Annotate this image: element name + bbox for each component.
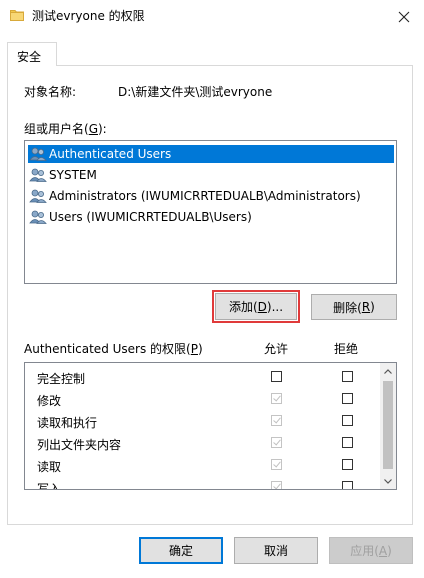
permissions-header-suffix: ): [197, 342, 203, 356]
allow-checkbox[interactable]: [271, 393, 282, 404]
list-item-users[interactable]: Users (IWUMICRRTEDUALB\Users): [28, 208, 394, 226]
title-bar: 测试evryone 的权限: [0, 0, 424, 32]
cancel-button-label: 取消: [263, 544, 288, 558]
list-item-label: SYSTEM: [49, 168, 97, 182]
folder-icon: [10, 10, 24, 21]
group-list-label-prefix: 组或用户名(: [24, 122, 89, 136]
list-item-system[interactable]: SYSTEM: [28, 166, 394, 184]
apply-button-prefix: 应用(: [350, 544, 379, 558]
deny-checkbox[interactable]: [342, 415, 353, 426]
object-name-value: D:\新建文件夹\测试evryone: [118, 85, 273, 99]
apply-button-key: A: [378, 543, 388, 558]
permission-row-full-control: 完全控制: [25, 366, 381, 388]
close-icon: [398, 11, 410, 23]
group-user-list[interactable]: Authenticated Users SYSTEM Administrator…: [24, 140, 397, 284]
remove-button-prefix: 删除(: [333, 300, 362, 315]
allow-checkbox[interactable]: [271, 459, 282, 470]
permissions-dialog: 测试evryone 的权限 安全 对象名称: D:\新建文件夹\测试evryon…: [0, 0, 424, 578]
allow-column-header: 允许: [264, 342, 289, 356]
add-button-suffix: )...: [266, 299, 284, 314]
allow-checkbox[interactable]: [271, 481, 282, 489]
permission-name: 列出文件夹内容: [37, 438, 122, 452]
users-icon: [29, 210, 47, 224]
scroll-up-arrow[interactable]: [380, 363, 396, 379]
scroll-down-arrow[interactable]: [380, 473, 396, 489]
permission-row-read: 读取: [25, 454, 381, 476]
permissions-scrollbar[interactable]: [380, 363, 396, 489]
remove-button-suffix: ): [370, 300, 375, 314]
add-button-key: D: [257, 299, 267, 314]
close-button[interactable]: [392, 6, 416, 28]
list-item-administrators[interactable]: Administrators (IWUMICRRTEDUALB\Administ…: [28, 187, 394, 205]
group-list-label: 组或用户名(G):: [24, 122, 107, 136]
deny-column-header: 拒绝: [334, 342, 359, 356]
deny-checkbox[interactable]: [342, 437, 353, 448]
list-item-label: Administrators (IWUMICRRTEDUALB\Administ…: [49, 189, 361, 203]
cancel-button[interactable]: 取消: [234, 537, 318, 564]
users-icon: [29, 168, 47, 182]
remove-button-key: R: [361, 300, 371, 314]
group-list-label-key: G: [88, 122, 98, 136]
deny-checkbox[interactable]: [342, 459, 353, 470]
permission-name: 修改: [37, 394, 62, 408]
apply-button[interactable]: 应用(A): [329, 537, 413, 564]
tab-security-label: 安全: [17, 50, 42, 64]
permission-name: 完全控制: [37, 372, 86, 386]
permission-name: 读取: [37, 460, 62, 474]
permissions-header: Authenticated Users 的权限(P): [24, 342, 203, 356]
permissions-header-prefix: Authenticated Users 的权限(: [24, 342, 191, 356]
deny-checkbox[interactable]: [342, 393, 353, 404]
tab-security[interactable]: 安全: [7, 42, 57, 66]
deny-checkbox[interactable]: [342, 481, 353, 489]
permission-row-list-folder: 列出文件夹内容: [25, 432, 381, 454]
group-list-label-suffix: ):: [98, 122, 107, 136]
allow-checkbox[interactable]: [271, 437, 282, 448]
list-item-label: Users (IWUMICRRTEDUALB\Users): [49, 210, 252, 224]
window-title: 测试evryone 的权限: [32, 9, 145, 23]
permission-row-modify: 修改: [25, 388, 381, 410]
ok-button[interactable]: 确定: [139, 537, 223, 564]
deny-checkbox[interactable]: [342, 371, 353, 382]
chevron-down-icon: [384, 478, 392, 484]
permission-row-read-execute: 读取和执行: [25, 410, 381, 432]
apply-button-suffix: ): [387, 543, 392, 558]
list-item-authenticated-users[interactable]: Authenticated Users: [28, 145, 394, 163]
remove-button[interactable]: 删除(R): [311, 294, 397, 320]
permission-name: 读取和执行: [37, 416, 98, 430]
permission-row-write: 写入: [25, 476, 381, 490]
users-icon: [29, 147, 47, 161]
permission-name: 写入: [37, 482, 62, 490]
list-item-label: Authenticated Users: [49, 147, 172, 161]
object-name-label: 对象名称:: [24, 85, 77, 99]
add-button-prefix: 添加(: [228, 300, 258, 314]
chevron-up-icon: [384, 368, 392, 374]
permissions-header-key: P: [190, 342, 198, 356]
permissions-list[interactable]: 完全控制 修改 读取和执行 列出文件夹内容 读取 写入: [24, 362, 397, 490]
allow-checkbox[interactable]: [271, 371, 282, 382]
scroll-thumb[interactable]: [383, 381, 393, 469]
users-icon: [29, 189, 47, 203]
allow-checkbox[interactable]: [271, 415, 282, 426]
add-button[interactable]: 添加(D)...: [212, 290, 300, 323]
ok-button-label: 确定: [168, 544, 193, 558]
